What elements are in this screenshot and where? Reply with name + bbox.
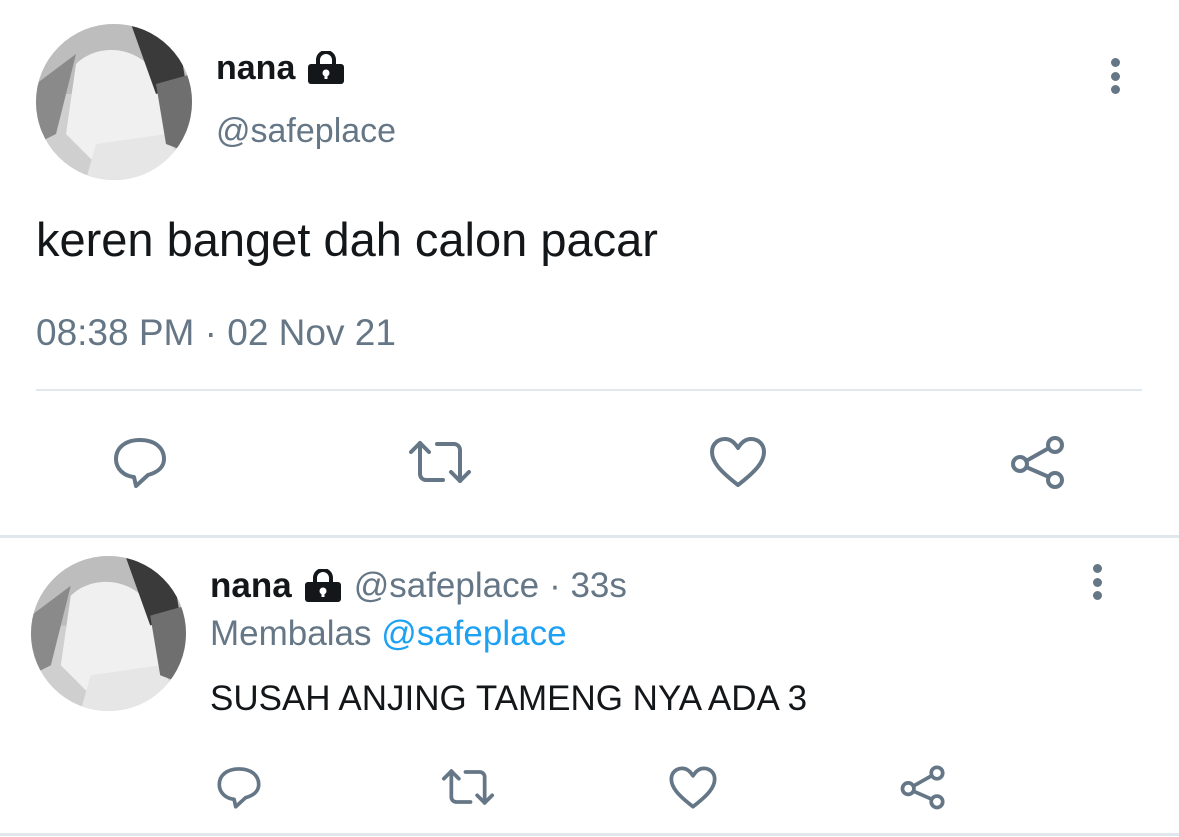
main-author-avatar[interactable] — [36, 24, 192, 180]
heart-icon — [710, 437, 766, 487]
reply-more-options-icon[interactable] — [1088, 564, 1106, 600]
main-author-name[interactable]: nana — [216, 49, 295, 88]
avatar-photo — [31, 556, 186, 711]
reply-share-button[interactable] — [894, 760, 952, 814]
reply-header-row: nana @safeplace · 33s — [210, 563, 627, 609]
main-more-options-icon[interactable] — [1106, 58, 1124, 94]
reply-reply-button[interactable] — [210, 760, 268, 814]
thread-divider — [0, 535, 1179, 538]
reply-icon — [217, 767, 261, 809]
avatar-photo — [36, 24, 192, 180]
main-share-button[interactable] — [1004, 430, 1072, 494]
main-reply-button[interactable] — [106, 430, 174, 494]
main-tweet-text: keren banget dah calon pacar — [36, 213, 658, 266]
reply-retweet-button[interactable] — [438, 760, 498, 814]
main-like-button[interactable] — [704, 430, 772, 494]
lock-icon — [304, 569, 341, 602]
reply-author-avatar[interactable] — [31, 556, 186, 711]
retweet-icon — [409, 441, 471, 483]
bottom-divider — [0, 833, 1179, 836]
reply-author-name[interactable]: nana — [210, 566, 292, 606]
reply-icon — [114, 438, 166, 488]
replying-to-line: Membalas @safeplace — [210, 614, 567, 654]
replying-to-handle-link[interactable]: @safeplace — [381, 614, 566, 653]
heart-icon — [669, 765, 717, 809]
main-author-handle[interactable]: @safeplace — [216, 112, 396, 151]
reply-age: · 33s — [549, 566, 627, 605]
share-icon — [900, 765, 945, 810]
main-tweet-divider — [36, 389, 1142, 391]
main-retweet-button[interactable] — [404, 430, 476, 494]
replying-to-label: Membalas — [210, 614, 372, 653]
reply-tweet-text: SUSAH ANJING TAMENG NYA ADA 3 — [210, 679, 808, 718]
reply-like-button[interactable] — [664, 760, 722, 814]
main-tweet-timestamp[interactable]: 08:38 PM · 02 Nov 21 — [36, 312, 396, 354]
reply-author-handle[interactable]: @safeplace — [354, 566, 539, 606]
lock-icon — [308, 51, 345, 84]
retweet-icon — [441, 769, 495, 805]
share-icon — [1011, 436, 1064, 489]
main-author-name-row: nana — [216, 46, 347, 90]
